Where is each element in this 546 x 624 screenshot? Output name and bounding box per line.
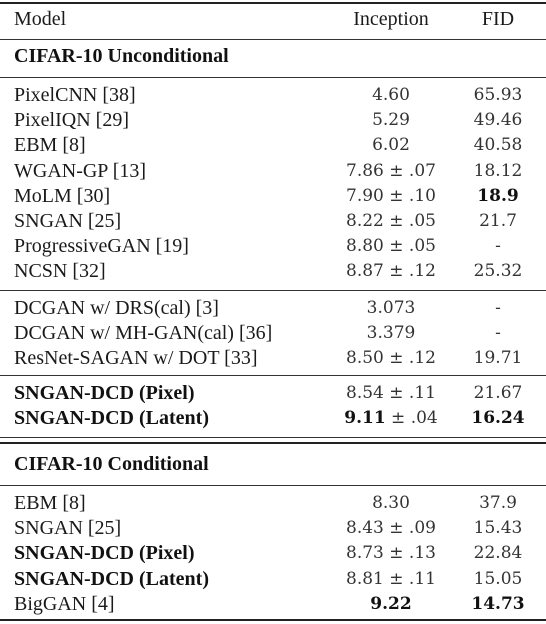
table-row: NCSN [32] 8.87 ± .12 25.32 [0,259,546,284]
table-row: EBM [8] 6.02 40.58 [0,133,546,158]
model-cell: SNGAN-DCD (Latent) [14,407,209,430]
fid-cell: 25.32 [473,261,523,282]
model-cell: BigGAN [4] [14,592,115,615]
table-row: SNGAN-DCD (Latent) 9.11 ± .04 16.24 [0,406,546,431]
model-cell: MoLM [30] [14,184,111,207]
model-cell: DCGAN w/ MH-GAN(cal) [36] [14,322,273,345]
model-cell: DCGAN w/ DRS(cal) [3] [14,297,219,319]
inception-cell: 8.73 ± .13 [346,543,436,564]
fid-cell: 21.7 [479,211,517,231]
table-row: MoLM [30] 7.90 ± .10 18.9 [0,184,546,209]
inception-cell: 3.379 [366,323,416,344]
section-title: CIFAR-10 Unconditional [14,45,229,67]
inception-uncertainty: ± .04 [385,408,438,429]
fid-cell: 18.12 [473,160,523,181]
inception-cell: 8.50 ± .12 [346,348,436,369]
fid-cell: 15.05 [473,568,523,589]
model-cell: ProgressiveGAN [19] [14,235,189,258]
fid-cell: - [495,298,501,318]
inception-cell: 8.22 ± .05 [346,211,436,231]
fid-cell: 14.73 [471,593,525,614]
inception-cell: 8.43 ± .09 [346,518,436,539]
model-cell: SNGAN [25] [14,517,122,540]
model-cell: SNGAN [25] [14,210,122,232]
double-rule-bottom [0,442,546,444]
fid-cell: - [495,323,501,344]
header-model: Model [14,8,67,30]
table-row: BigGAN [4] 9.22 14.73 [0,592,546,617]
model-cell: SNGAN-DCD (Pixel) [14,382,195,404]
group-rule [0,290,546,291]
section-title-row: CIFAR-10 Conditional [0,452,546,477]
inception-cell: 8.80 ± .05 [346,236,436,257]
model-cell: EBM [8] [14,492,86,514]
fid-cell: 37.9 [479,493,517,513]
table-row: EBM [8] 8.30 37.9 [0,491,546,516]
inception-cell: 9.22 [370,593,412,614]
inception-bold-value: 9.11 [344,408,386,429]
fid-cell: 18.9 [477,185,519,206]
model-cell: WGAN-GP [13] [14,159,147,182]
table-row: DCGAN w/ MH-GAN(cal) [36] 3.379 - [0,321,546,346]
fid-cell: 40.58 [473,135,523,156]
table-row: WGAN-GP [13] 7.86 ± .07 18.12 [0,159,546,184]
fid-cell: 15.43 [473,518,523,539]
table-row: PixelCNN [38] 4.60 65.93 [0,83,546,108]
table-row: ResNet-SAGAN w/ DOT [33] 8.50 ± .12 19.71 [0,346,546,371]
section-title: CIFAR-10 Conditional [14,453,209,475]
fid-cell: 49.46 [473,110,523,131]
inception-cell: 8.54 ± .11 [346,383,436,403]
model-cell: SNGAN-DCD (Pixel) [14,542,195,565]
top-rule [0,2,546,4]
fid-cell: - [495,236,501,257]
section-rule [0,485,546,486]
table-row: SNGAN-DCD (Latent) 8.81 ± .11 15.05 [0,567,546,592]
fid-cell: 21.67 [473,383,523,403]
group-rule [0,375,546,376]
fid-cell: 65.93 [473,85,523,105]
inception-cell: 5.29 [372,110,410,131]
model-cell: SNGAN-DCD (Latent) [14,567,209,590]
model-cell: NCSN [32] [14,260,106,283]
bottom-rule [0,619,546,621]
table-row: SNGAN [25] 8.22 ± .05 21.7 [0,209,546,234]
inception-cell: 3.073 [366,298,416,318]
section-rule [0,77,546,78]
inception-cell: 8.30 [372,493,410,513]
inception-cell: 8.87 ± .12 [346,261,436,282]
header-fid: FID [481,8,515,30]
inception-cell: 4.60 [372,85,410,105]
table-row: SNGAN-DCD (Pixel) 8.54 ± .11 21.67 [0,381,546,406]
model-cell: PixelIQN [29] [14,109,129,132]
header-inception: Inception [353,8,429,30]
table-row: SNGAN [25] 8.43 ± .09 15.43 [0,516,546,541]
fid-cell: 19.71 [473,348,523,369]
fid-cell: 16.24 [471,408,525,429]
header-row: Model Inception FID [0,7,546,32]
inception-cell: 6.02 [372,135,410,156]
table-row: PixelIQN [29] 5.29 49.46 [0,108,546,133]
fid-cell: 22.84 [473,543,523,564]
inception-cell: 7.86 ± .07 [346,160,436,181]
table-row: SNGAN-DCD (Pixel) 8.73 ± .13 22.84 [0,541,546,566]
inception-cell: 8.81 ± .11 [346,568,436,589]
header-rule [0,39,546,40]
model-cell: ResNet-SAGAN w/ DOT [33] [14,347,258,370]
model-cell: PixelCNN [38] [14,84,136,106]
inception-cell: 9.11 ± .04 [338,406,444,431]
section-title-row: CIFAR-10 Unconditional [0,44,546,69]
double-rule-top [0,437,546,438]
table-row: DCGAN w/ DRS(cal) [3] 3.073 - [0,296,546,321]
table-row: ProgressiveGAN [19] 8.80 ± .05 - [0,234,546,259]
inception-cell: 7.90 ± .10 [346,185,436,206]
model-cell: EBM [8] [14,134,86,157]
